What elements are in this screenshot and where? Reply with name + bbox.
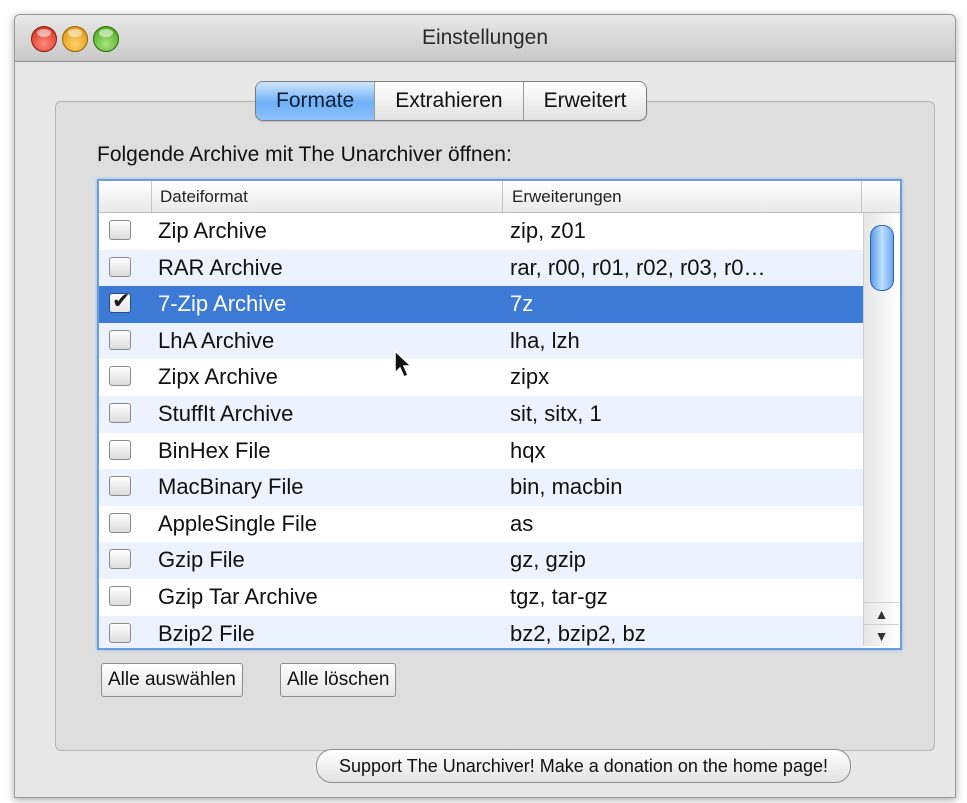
extensions-cell: zipx [510,364,550,390]
table-row[interactable]: Bzip2 File bz2, bzip2, bz [99,615,863,648]
table-body: Zip Archive zip, z01 RAR Archive rar, r0… [99,213,863,648]
row-checkbox[interactable] [109,329,131,350]
vertical-scrollbar[interactable]: ▲ ▼ [863,213,899,646]
column-header-checkbox[interactable] [99,181,152,212]
format-cell: BinHex File [158,437,271,463]
extensions-cell: tgz, tar-gz [510,583,608,609]
window-title: Einstellungen [421,26,549,49]
format-cell: Zip Archive [158,218,267,243]
format-cell: AppleSingle File [158,510,317,536]
format-cell: Gzip File [158,547,245,573]
column-header-extensions[interactable]: Erweiterungen [504,181,862,212]
table-row[interactable]: Zip Archive zip, z01 [99,213,863,250]
formats-table: Dateiformat Erweiterungen Zip Archive zi… [97,179,902,650]
extensions-cell: rar, r00, r01, r02, r03, r0… [510,254,766,280]
row-checkbox[interactable] [109,439,131,460]
scrollbar-thumb[interactable] [870,225,894,291]
row-checkbox[interactable] [109,220,131,240]
tab-advanced[interactable]: Erweitert [524,82,647,120]
row-checkbox[interactable] [109,402,131,423]
table-row[interactable]: StuffIt Archive sit, sitx, 1 [99,395,863,433]
extensions-cell: bz2, bzip2, bz [510,620,646,646]
table-row[interactable]: LhA Archive lha, lzh [99,322,863,360]
format-cell: 7-Zip Archive [158,291,287,317]
format-cell: LhA Archive [158,327,275,353]
table-header: Dateiformat Erweiterungen [99,181,900,213]
scroll-up-arrow-icon[interactable]: ▲ [864,602,899,625]
preferences-window: Einstellungen Formate Extrahieren Erweit… [14,14,956,798]
format-cell: Gzip Tar Archive [158,583,318,609]
row-checkbox[interactable] [109,549,131,570]
tab-formats[interactable]: Formate [256,82,376,120]
extensions-cell: as [510,510,534,536]
row-checkbox[interactable] [109,512,131,533]
titlebar: Einstellungen [15,15,955,62]
tab-bar: Formate Extrahieren Erweitert [255,81,648,121]
extensions-cell: bin, macbin [510,474,623,500]
format-cell: Bzip2 File [158,620,255,646]
extensions-cell: 7z [510,291,534,317]
scroll-down-arrow-icon[interactable]: ▼ [864,624,899,647]
format-cell: StuffIt Archive [158,400,294,426]
row-checkbox[interactable] [109,256,131,277]
table-row[interactable]: BinHex File hqx [99,433,863,470]
extensions-cell: sit, sitx, 1 [510,400,602,426]
extensions-cell: gz, gzip [510,547,586,573]
extensions-cell: zip, z01 [510,218,586,243]
format-cell: RAR Archive [158,254,283,280]
support-donation-button[interactable]: Support The Unarchiver! Make a donation … [316,749,851,783]
section-heading: Folgende Archive mit The Unarchiver öffn… [97,143,512,166]
row-checkbox[interactable] [109,476,131,497]
table-row[interactable]: AppleSingle File as [99,506,863,543]
row-checkbox-checked[interactable]: ✔ [109,289,131,314]
column-header-corner [863,181,900,212]
select-all-button[interactable]: Alle auswählen [101,663,243,697]
table-row[interactable]: MacBinary File bin, macbin [99,469,863,506]
extensions-cell: hqx [510,437,546,463]
clear-all-button[interactable]: Alle löschen [280,663,397,697]
column-header-format[interactable]: Dateiformat [152,181,503,212]
row-checkbox[interactable] [109,622,131,643]
row-checkbox[interactable] [109,585,131,606]
extensions-cell: lha, lzh [510,327,580,353]
mouse-pointer-icon [394,349,413,379]
table-row[interactable]: Zipx Archive zipx [99,359,863,396]
table-row[interactable]: Gzip File gz, gzip [99,542,863,579]
table-row-selected[interactable]: ✔ 7-Zip Archive 7z [99,286,863,323]
table-row[interactable]: Gzip Tar Archive tgz, tar-gz [99,579,863,616]
row-checkbox[interactable] [109,366,131,387]
format-cell: MacBinary File [158,474,304,500]
checkmark-icon: ✔ [112,288,131,314]
format-cell: Zipx Archive [158,364,278,390]
table-row[interactable]: RAR Archive rar, r00, r01, r02, r03, r0… [99,249,863,287]
tab-extract[interactable]: Extrahieren [375,82,524,120]
